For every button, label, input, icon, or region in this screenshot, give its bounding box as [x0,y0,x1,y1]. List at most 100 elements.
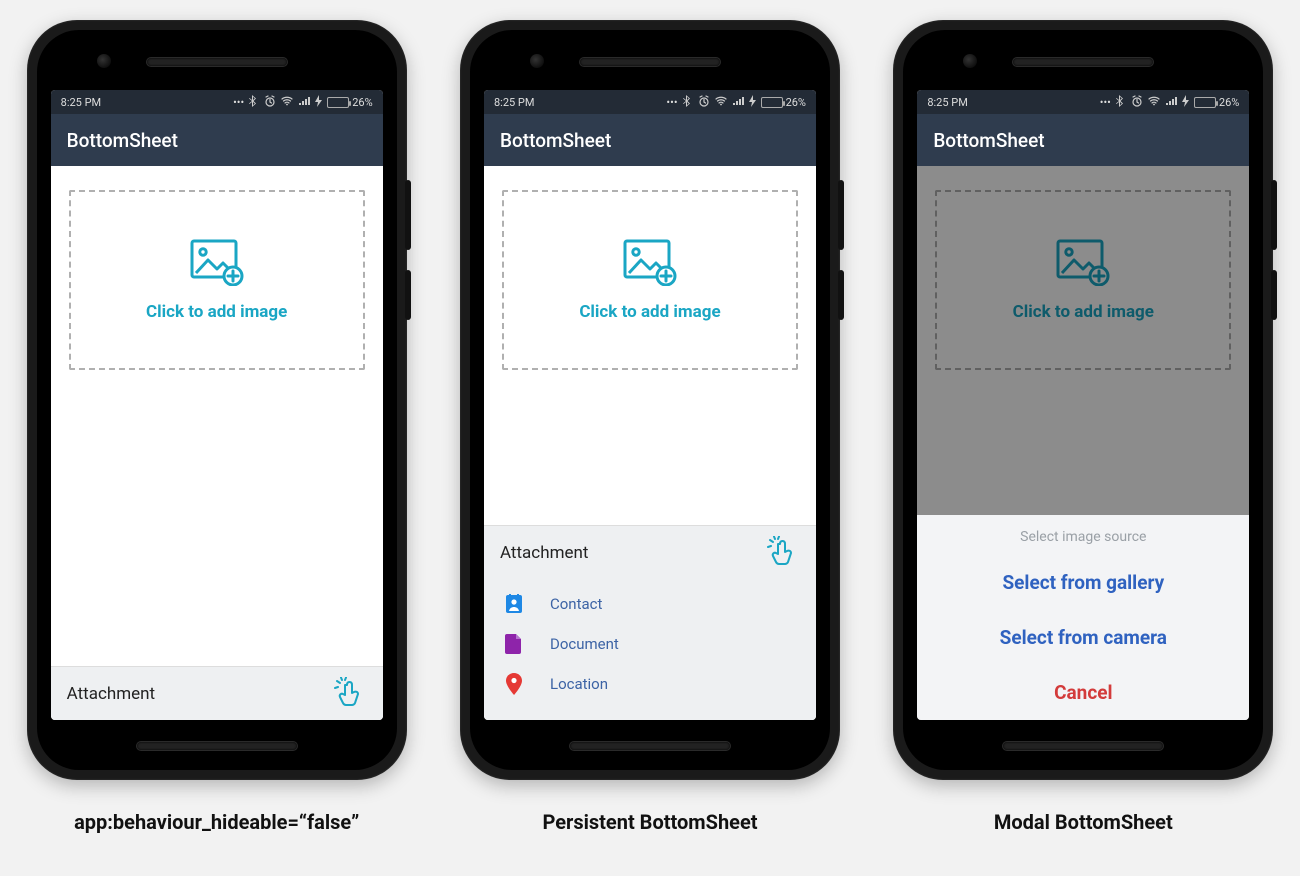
sheet-item-document[interactable]: Document [484,624,816,664]
app-bar: BottomSheet [917,114,1249,166]
status-time: 8:25 PM [494,96,534,109]
signal-icon [298,96,310,109]
battery-icon: 26% [327,96,372,109]
figure-1: 8:25 PM ••• [27,20,407,834]
volume-button [1271,180,1277,250]
power-button [1271,270,1277,320]
app-bar: BottomSheet [51,114,383,166]
signal-icon [1165,96,1177,109]
modal-title: Select image source [917,515,1249,555]
battery-icon: 26% [1194,96,1239,109]
phone-frame: 8:25 PM ••• 26% BottomSheet [893,20,1273,780]
app-title: BottomSheet [500,129,611,152]
contact-icon [504,594,524,614]
figure-2: 8:25 PM ••• 26% BottomSheet [460,20,840,834]
modal-item-camera[interactable]: Select from camera [917,610,1249,665]
charging-icon [1182,95,1189,110]
more-icon: ••• [233,96,244,109]
bottom-speaker-icon [1003,742,1163,750]
sheet-item-contact[interactable]: Contact [484,584,816,624]
modal-item-gallery[interactable]: Select from gallery [917,555,1249,610]
figure-row: 8:25 PM ••• [0,0,1300,834]
status-icons: ••• 26% [666,95,806,110]
app-title: BottomSheet [933,129,1044,152]
sheet-item-location[interactable]: Location [484,664,816,704]
tap-gesture-icon [766,536,800,571]
bluetooth-icon [1116,95,1126,110]
charging-icon [315,95,322,110]
status-time: 8:25 PM [927,96,967,109]
bottom-speaker-icon [570,742,730,750]
add-image-dropzone[interactable]: Click to add image [69,190,365,370]
power-button [838,270,844,320]
sheet-item-label: Location [550,675,608,693]
phone-frame: 8:25 PM ••• [27,20,407,780]
earpiece-icon [1013,58,1153,66]
front-camera-icon [530,54,544,68]
app-title: BottomSheet [67,129,178,152]
bottom-sheet-collapsed[interactable]: Attachment [51,666,383,720]
tap-gesture-icon [333,677,367,712]
sheet-item-label: Contact [550,595,602,613]
wifi-icon [1148,96,1160,109]
caption-2: Persistent BottomSheet [542,810,757,834]
bottom-sheet-header[interactable]: Attachment [51,667,383,720]
figure-3: 8:25 PM ••• 26% BottomSheet [893,20,1273,834]
battery-pct: 26% [352,96,372,109]
add-image-icon [189,238,245,290]
wifi-icon [715,96,727,109]
bluetooth-icon [249,95,259,110]
status-icons: ••• [233,95,373,110]
app-bar: BottomSheet [484,114,816,166]
alarm-icon [698,95,710,110]
add-image-dropzone[interactable]: Click to add image [502,190,798,370]
battery-pct: 26% [1219,96,1239,109]
modal-bottom-sheet: Select image source Select from gallery … [917,515,1249,720]
status-bar: 8:25 PM ••• 26% [917,90,1249,114]
location-icon [504,674,524,694]
add-image-icon [622,238,678,290]
bottom-sheet-expanded[interactable]: Attachment Contact [484,525,816,720]
bottom-speaker-icon [137,742,297,750]
more-icon: ••• [1100,96,1111,109]
add-image-label: Click to add image [579,302,720,322]
bottom-sheet-header[interactable]: Attachment [484,526,816,580]
bottom-sheet-title: Attachment [67,684,155,704]
status-bar: 8:25 PM ••• 26% [484,90,816,114]
content-area: Click to add image Select image source S… [917,166,1249,720]
status-icons: ••• 26% [1100,95,1240,110]
charging-icon [749,95,756,110]
modal-cancel[interactable]: Cancel [917,665,1249,720]
signal-icon [732,96,744,109]
battery-pct: 26% [786,96,806,109]
screen: 8:25 PM ••• 26% BottomSheet [484,90,816,720]
add-image-label: Click to add image [146,302,287,322]
status-time: 8:25 PM [61,96,101,109]
volume-button [838,180,844,250]
earpiece-icon [580,58,720,66]
screen: 8:25 PM ••• [51,90,383,720]
alarm-icon [1131,95,1143,110]
wifi-icon [281,96,293,109]
alarm-icon [264,95,276,110]
content-area: Click to add image Attachment [51,166,383,720]
power-button [405,270,411,320]
sheet-item-label: Document [550,635,619,653]
caption-1: app:behaviour_hideable=“false” [74,810,359,834]
phone-bezel: 8:25 PM ••• 26% BottomSheet [470,30,830,770]
phone-frame: 8:25 PM ••• 26% BottomSheet [460,20,840,780]
bottom-sheet-title: Attachment [500,543,588,563]
battery-icon: 26% [761,96,806,109]
phone-bezel: 8:25 PM ••• 26% BottomSheet [903,30,1263,770]
more-icon: ••• [666,96,677,109]
volume-button [405,180,411,250]
front-camera-icon [97,54,111,68]
phone-bezel: 8:25 PM ••• [37,30,397,770]
document-icon [504,634,524,654]
earpiece-icon [147,58,287,66]
screen: 8:25 PM ••• 26% BottomSheet [917,90,1249,720]
content-area: Click to add image Attachment [484,166,816,720]
front-camera-icon [963,54,977,68]
bottom-sheet-body: Contact Document [484,580,816,720]
bluetooth-icon [683,95,693,110]
